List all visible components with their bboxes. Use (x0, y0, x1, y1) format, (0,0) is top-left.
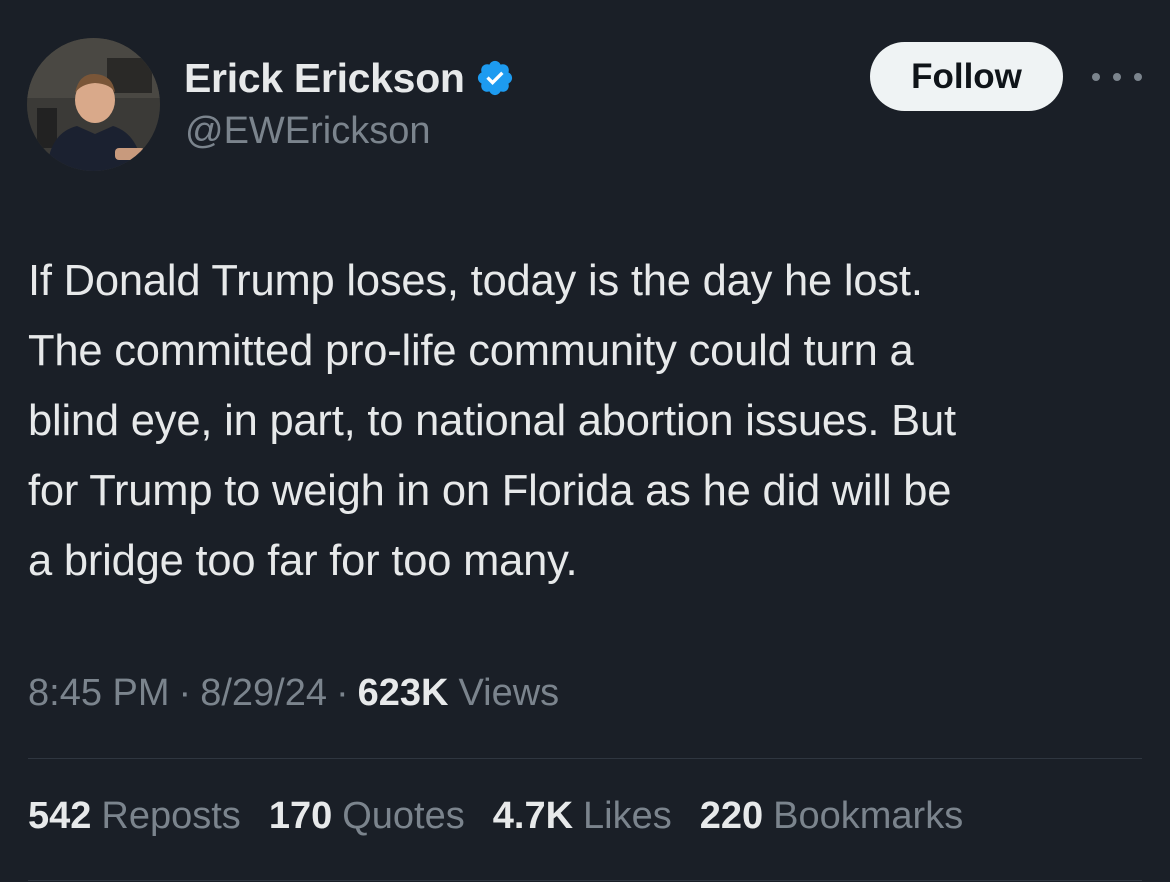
stat-reposts[interactable]: 542 Reposts (28, 795, 241, 838)
tweet-date[interactable]: 8/29/24 (200, 672, 327, 715)
avatar[interactable] (27, 38, 160, 171)
more-dot (1092, 73, 1100, 81)
stat-label: Reposts (101, 795, 241, 837)
author-name-row: Erick Erickson (184, 52, 515, 104)
stat-count: 220 (699, 795, 764, 837)
divider (28, 880, 1142, 881)
engagement-stats: 542 Reposts 170 Quotes 4.7K Likes 220 Bo… (28, 795, 991, 838)
tweet-container: Erick Erickson @EWErickson Follow If Don… (0, 0, 1170, 882)
stat-likes[interactable]: 4.7K Likes (493, 795, 672, 838)
meta-separator: · (178, 672, 192, 714)
more-dot (1113, 73, 1121, 81)
author-handle[interactable]: @EWErickson (185, 110, 431, 153)
divider (28, 758, 1142, 759)
stat-label: Likes (583, 795, 672, 837)
stat-label: Quotes (342, 795, 465, 837)
views-count: 623K (357, 672, 449, 714)
author-display-name[interactable]: Erick Erickson (184, 55, 465, 102)
stat-bookmarks[interactable]: 220 Bookmarks (700, 795, 963, 838)
stat-count: 4.7K (492, 795, 574, 837)
meta-separator: · (335, 672, 349, 714)
stat-count: 170 (268, 795, 333, 837)
tweet-text: If Donald Trump loses, today is the day … (28, 257, 956, 585)
stat-quotes[interactable]: 170 Quotes (269, 795, 465, 838)
follow-button[interactable]: Follow (870, 42, 1063, 111)
views-label: Views (458, 672, 560, 714)
more-options-icon[interactable] (1092, 60, 1142, 94)
tweet-time[interactable]: 8:45 PM (28, 672, 170, 715)
stat-label: Bookmarks (773, 795, 964, 837)
more-dot (1134, 73, 1142, 81)
verified-badge-icon (477, 60, 512, 96)
avatar-photo (27, 38, 160, 171)
tweet-meta: 8:45 PM · 8/29/24 · 623K Views (28, 672, 559, 715)
stat-count: 542 (28, 795, 92, 837)
